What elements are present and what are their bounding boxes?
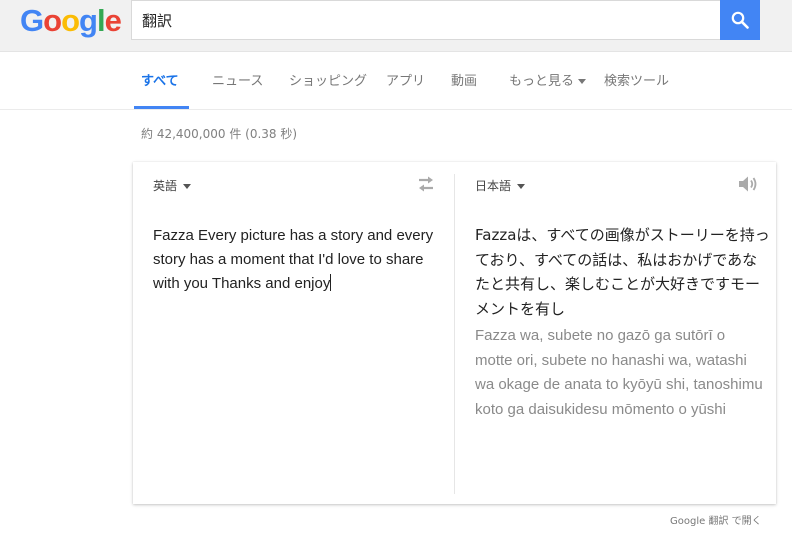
tab-all[interactable]: すべて xyxy=(141,70,179,89)
logo-letter: e xyxy=(104,3,122,38)
result-stats: 約 42,400,000 件 (0.38 秒) xyxy=(141,127,298,141)
search-button[interactable] xyxy=(720,0,760,40)
logo-letter: o xyxy=(61,3,80,38)
tab-news[interactable]: ニュース xyxy=(212,70,263,89)
logo-letter: o xyxy=(43,3,62,38)
panel-divider xyxy=(454,174,455,494)
search-tabs: すべて ニュース ショッピング アプリ 動画 もっと見る 検索ツール xyxy=(0,52,792,110)
tab-videos[interactable]: 動画 xyxy=(451,70,477,89)
top-bar: Google xyxy=(0,0,792,52)
speaker-icon[interactable] xyxy=(737,174,759,194)
translate-card: 英語 日本語 Fazza Every picture has a story a… xyxy=(133,162,776,504)
tab-apps[interactable]: アプリ xyxy=(386,70,425,89)
logo-letter: G xyxy=(20,3,44,38)
target-language-label: 日本語 xyxy=(475,179,512,193)
source-text: Fazza Every picture has a story and ever… xyxy=(153,227,434,292)
chevron-down-icon xyxy=(517,184,526,189)
search-input[interactable] xyxy=(142,1,702,39)
source-language-label: 英語 xyxy=(153,179,178,193)
chevron-down-icon xyxy=(578,79,587,84)
active-tab-indicator xyxy=(134,106,189,109)
translated-text: Fazzaは、すべての画像がストーリーを持っており、すべての話は、私はおかげであ… xyxy=(475,226,770,318)
source-text-area[interactable]: Fazza Every picture has a story and ever… xyxy=(153,224,443,296)
chevron-down-icon xyxy=(183,184,192,189)
tab-more[interactable]: もっと見る xyxy=(509,70,587,89)
source-language-select[interactable]: 英語 xyxy=(153,177,192,194)
text-cursor xyxy=(330,274,332,291)
open-in-translate-link[interactable]: Google 翻訳 で開く xyxy=(670,512,762,527)
tab-search-tools[interactable]: 検索ツール xyxy=(604,70,669,89)
tab-more-label: もっと見る xyxy=(509,74,575,89)
target-language-select[interactable]: 日本語 xyxy=(475,177,526,194)
search-icon xyxy=(731,11,749,29)
search-box xyxy=(131,0,721,40)
swap-languages-icon[interactable] xyxy=(415,176,437,192)
google-logo[interactable]: Google xyxy=(20,3,122,39)
logo-letter: g xyxy=(79,3,98,38)
tab-shopping[interactable]: ショッピング xyxy=(289,70,367,89)
romanization-text: Fazza wa, subete no gazō ga sutōrī o mot… xyxy=(475,327,763,418)
logo-letter: l xyxy=(96,3,106,38)
